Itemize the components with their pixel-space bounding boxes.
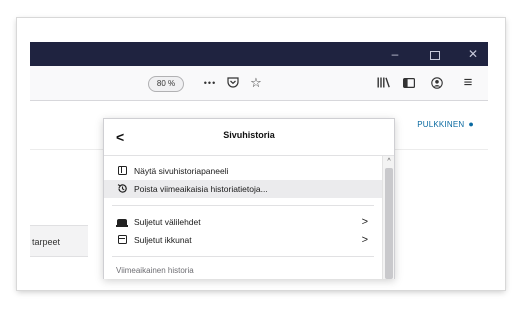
panel-header: < Sivuhistoria [104,119,394,156]
closed-tabs-icon [116,216,128,228]
menu-divider [112,256,374,257]
sidebar-panel-icon [116,165,128,177]
chevron-right-icon: > [361,234,368,246]
menu-item-label: Suljetut ikkunat [134,235,192,245]
recent-history-heading: Viimeaikainen historia [116,266,194,275]
account-icon[interactable] [427,73,447,93]
history-panel: < Sivuhistoria Näytä sivuhistoriapaneeli… [103,118,395,279]
minimize-button[interactable]: – [382,42,408,66]
menu-item-label: Poista viimeaikaisia historiatietoja... [134,184,268,194]
navigation-toolbar: 80 % ••• ☆ ≡ [30,66,488,101]
show-history-sidebar-item[interactable]: Näytä sivuhistoriapaneeli [104,162,382,180]
history-clear-icon [116,183,128,195]
close-button[interactable]: ✕ [460,42,486,66]
scroll-up-arrow-icon[interactable]: ^ [383,156,394,168]
person-icon: ● [468,119,474,129]
user-account-link[interactable]: PULKKINEN ● [417,119,474,129]
pocket-icon[interactable] [223,73,243,93]
hamburger-menu-icon[interactable]: ≡ [458,73,478,93]
menu-item-label: Suljetut välilehdet [134,217,201,227]
page-side-tab[interactable]: tarpeet [30,225,88,257]
closed-tabs-item[interactable]: Suljetut välilehdet > [104,213,382,231]
chevron-right-icon: > [361,216,368,228]
restore-icon [430,51,440,60]
restore-button[interactable] [422,42,448,66]
closed-windows-icon [116,234,128,246]
window-titlebar: – ✕ [30,42,488,66]
menu-item-label: Näytä sivuhistoriapaneeli [134,166,229,176]
user-name: PULKKINEN [417,120,465,129]
clear-recent-history-item[interactable]: Poista viimeaikaisia historiatietoja... [104,180,382,198]
library-icon[interactable] [373,73,393,93]
scrollbar-thumb[interactable] [385,168,393,279]
panel-title: Sivuhistoria [223,130,275,140]
closed-windows-item[interactable]: Suljetut ikkunat > [104,231,382,249]
panel-scrollbar[interactable]: ^ [382,156,394,279]
bookmark-star-icon[interactable]: ☆ [246,73,266,93]
page-actions-more-icon[interactable]: ••• [200,73,220,93]
sidebar-icon[interactable] [399,73,419,93]
zoom-level-badge[interactable]: 80 % [148,76,184,92]
menu-divider [112,205,374,206]
